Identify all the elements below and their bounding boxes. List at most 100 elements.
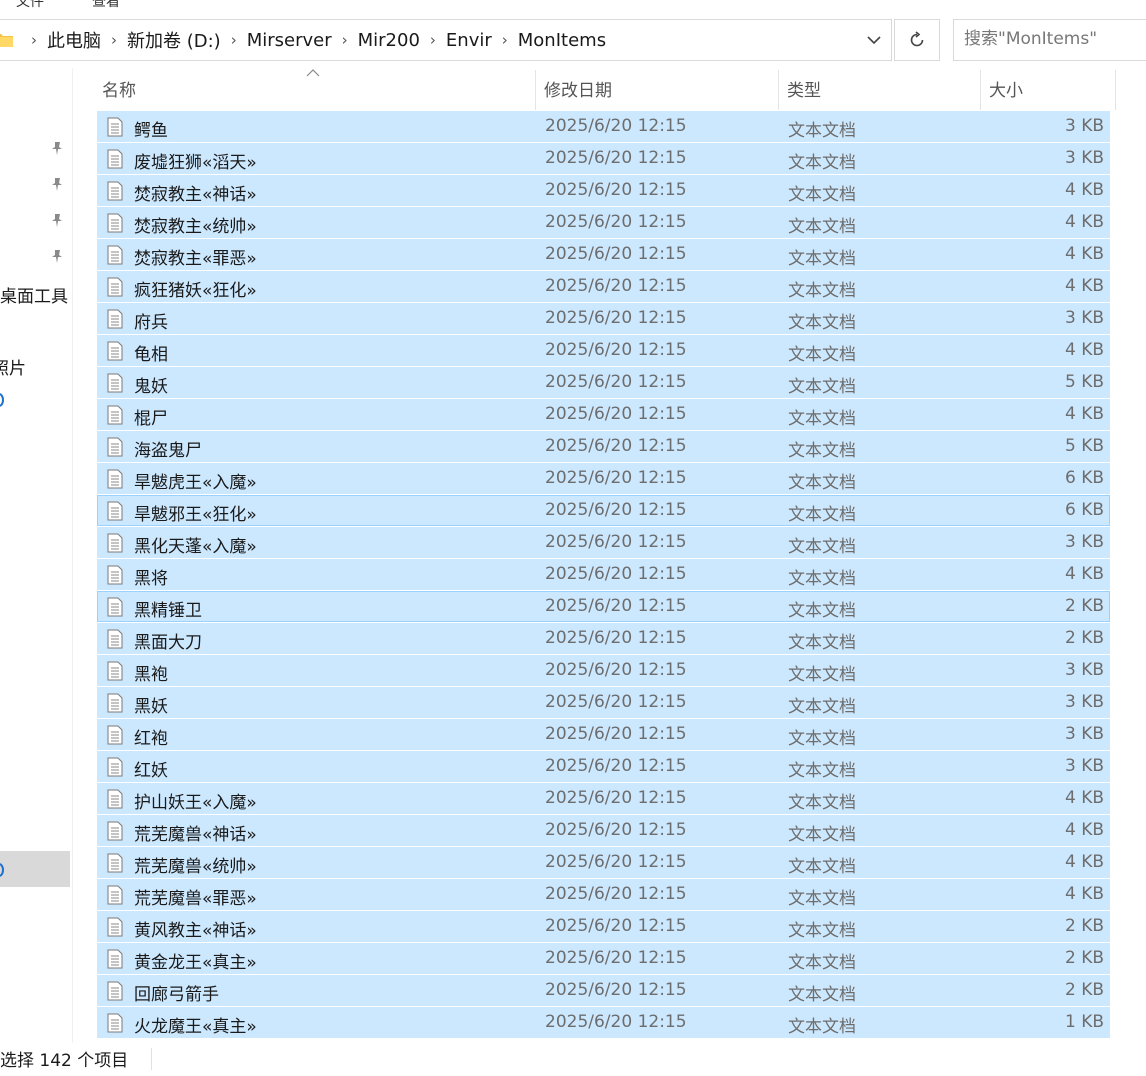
address-bar[interactable]: › 此电脑 › 新加卷 (D:) › Mirserver › Mir200 › … (0, 19, 892, 61)
menu-item-view[interactable]: 查看 (92, 0, 120, 11)
file-name: 火龙魔王«真主» (134, 1017, 257, 1037)
file-size: 3 KB (1064, 532, 1104, 552)
text-file-icon (107, 213, 123, 233)
nav-item-desktop-tools[interactable]: 桌面工具 (0, 282, 68, 307)
column-header-size[interactable]: 大小 (983, 70, 1116, 110)
file-row[interactable]: 荒芜魔兽«罪恶» 2025/6/20 12:15 文本文档 4 KB (97, 879, 1110, 910)
file-row[interactable]: 荒芜魔兽«统帅» 2025/6/20 12:15 文本文档 4 KB (97, 847, 1110, 878)
text-file-icon (107, 341, 123, 361)
nav-item-selected[interactable] (0, 851, 70, 887)
file-size: 3 KB (1064, 756, 1104, 776)
column-header-row: 名称 修改日期 类型 大小 (96, 69, 1116, 110)
file-row[interactable]: 焚寂教主«统帅» 2025/6/20 12:15 文本文档 4 KB (97, 207, 1110, 238)
file-type: 文本文档 (788, 345, 856, 365)
file-type: 文本文档 (788, 377, 856, 397)
breadcrumb: › 此电脑 › 新加卷 (D:) › Mirserver › Mir200 › … (23, 20, 608, 60)
chevron-right-icon[interactable]: › (422, 31, 444, 49)
menu-item-file[interactable]: 文件 (16, 0, 44, 11)
file-name: 黑妖 (134, 697, 168, 717)
nav-item-photos[interactable]: 照片 (0, 354, 26, 379)
file-row[interactable]: 府兵 2025/6/20 12:15 文本文档 3 KB (97, 303, 1110, 334)
file-row[interactable]: 焚寂教主«神话» 2025/6/20 12:15 文本文档 4 KB (97, 175, 1110, 206)
text-file-icon (107, 277, 123, 297)
file-date: 2025/6/20 12:15 (545, 532, 687, 552)
search-box[interactable] (953, 19, 1146, 61)
pin-icon[interactable] (49, 140, 65, 156)
file-size: 3 KB (1064, 308, 1104, 328)
file-type: 文本文档 (788, 185, 856, 205)
file-type: 文本文档 (788, 889, 856, 909)
file-size: 1 KB (1064, 1012, 1104, 1032)
chevron-right-icon[interactable]: › (494, 31, 516, 49)
file-size: 2 KB (1064, 948, 1104, 968)
file-date: 2025/6/20 12:15 (545, 372, 687, 392)
file-name: 废墟狂狮«滔天» (134, 153, 257, 173)
column-header-date[interactable]: 修改日期 (538, 70, 779, 110)
file-type: 文本文档 (788, 313, 856, 333)
file-row[interactable]: 荒芜魔兽«神话» 2025/6/20 12:15 文本文档 4 KB (97, 815, 1110, 846)
breadcrumb-item[interactable]: 此电脑 (45, 27, 103, 53)
file-row[interactable]: 旱魃虎王«入魔» 2025/6/20 12:15 文本文档 6 KB (97, 463, 1110, 494)
chevron-right-icon[interactable]: › (103, 31, 125, 49)
refresh-button[interactable] (894, 19, 940, 61)
file-row[interactable]: 黑妖 2025/6/20 12:15 文本文档 3 KB (97, 687, 1110, 718)
file-row[interactable]: 焚寂教主«罪恶» 2025/6/20 12:15 文本文档 4 KB (97, 239, 1110, 270)
file-size: 4 KB (1064, 884, 1104, 904)
file-type: 文本文档 (788, 409, 856, 429)
file-name: 府兵 (134, 313, 168, 333)
file-name: 黄风教主«神话» (134, 921, 257, 941)
text-file-icon (107, 949, 123, 969)
file-name: 红袍 (134, 729, 168, 749)
chevron-right-icon[interactable]: › (334, 31, 356, 49)
column-header-name[interactable]: 名称 (96, 70, 536, 110)
chevron-right-icon[interactable]: › (223, 31, 245, 49)
pin-icon[interactable] (49, 248, 65, 264)
breadcrumb-item[interactable]: Envir (444, 30, 494, 51)
file-type: 文本文档 (788, 537, 856, 557)
file-date: 2025/6/20 12:15 (545, 596, 687, 616)
text-file-icon (107, 1013, 123, 1033)
file-row[interactable]: 黄金龙王«真主» 2025/6/20 12:15 文本文档 2 KB (97, 943, 1110, 974)
file-row[interactable]: 鳄鱼 2025/6/20 12:15 文本文档 3 KB (97, 111, 1110, 142)
text-file-icon (107, 469, 123, 489)
file-row[interactable]: 黑袍 2025/6/20 12:15 文本文档 3 KB (97, 655, 1110, 686)
file-row[interactable]: 红袍 2025/6/20 12:15 文本文档 3 KB (97, 719, 1110, 750)
chevron-down-icon (866, 36, 881, 45)
text-file-icon (107, 693, 123, 713)
file-row[interactable]: 龟相 2025/6/20 12:15 文本文档 4 KB (97, 335, 1110, 366)
breadcrumb-item[interactable]: Mirserver (245, 30, 334, 51)
file-size: 5 KB (1064, 372, 1104, 392)
file-row[interactable]: 棍尸 2025/6/20 12:15 文本文档 4 KB (97, 399, 1110, 430)
breadcrumb-item[interactable]: Mir200 (356, 30, 422, 51)
file-row[interactable]: 废墟狂狮«滔天» 2025/6/20 12:15 文本文档 3 KB (97, 143, 1110, 174)
file-type: 文本文档 (788, 825, 856, 845)
breadcrumb-item[interactable]: 新加卷 (D:) (125, 27, 223, 53)
file-row[interactable]: 疯狂猪妖«狂化» 2025/6/20 12:15 文本文档 4 KB (97, 271, 1110, 302)
pin-icon[interactable] (49, 176, 65, 192)
file-date: 2025/6/20 12:15 (545, 820, 687, 840)
address-history-dropdown[interactable] (856, 19, 892, 61)
breadcrumb-item-current[interactable]: MonItems (516, 30, 608, 51)
file-row[interactable]: 红妖 2025/6/20 12:15 文本文档 3 KB (97, 751, 1110, 782)
file-row[interactable]: 护山妖王«入魔» 2025/6/20 12:15 文本文档 4 KB (97, 783, 1110, 814)
file-type: 文本文档 (788, 1017, 856, 1037)
file-row[interactable]: 鬼妖 2025/6/20 12:15 文本文档 5 KB (97, 367, 1110, 398)
file-row[interactable]: 海盗鬼尸 2025/6/20 12:15 文本文档 5 KB (97, 431, 1110, 462)
file-date: 2025/6/20 12:15 (545, 660, 687, 680)
column-header-type[interactable]: 类型 (781, 70, 981, 110)
file-row[interactable]: 黑将 2025/6/20 12:15 文本文档 4 KB (97, 559, 1110, 590)
navigation-pane[interactable]: 桌面工具 照片 (0, 68, 73, 1043)
status-bar-text: 选择 142 个项目 (0, 1051, 129, 1071)
chevron-right-icon[interactable]: › (23, 31, 45, 49)
file-row[interactable]: 火龙魔王«真主» 2025/6/20 12:15 文本文档 1 KB (97, 1007, 1110, 1038)
file-row[interactable]: 黄风教主«神话» 2025/6/20 12:15 文本文档 2 KB (97, 911, 1110, 942)
file-date: 2025/6/20 12:15 (545, 340, 687, 360)
file-row[interactable]: 黑面大刀 2025/6/20 12:15 文本文档 2 KB (97, 623, 1110, 654)
file-row[interactable]: 黑化天蓬«入魔» 2025/6/20 12:15 文本文档 3 KB (97, 527, 1110, 558)
file-size: 4 KB (1064, 340, 1104, 360)
file-row[interactable]: 回廊弓箭手 2025/6/20 12:15 文本文档 2 KB (97, 975, 1110, 1006)
pin-icon[interactable] (49, 212, 65, 228)
file-row[interactable]: 黑精锤卫 2025/6/20 12:15 文本文档 2 KB (97, 591, 1110, 622)
file-row[interactable]: 旱魃邪王«狂化» 2025/6/20 12:15 文本文档 6 KB (97, 495, 1110, 526)
search-input[interactable] (964, 29, 1146, 49)
